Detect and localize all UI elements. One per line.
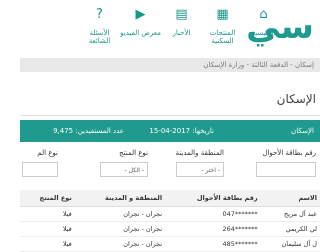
page-title: الإسكان [276,92,316,106]
table-cell: نجران - نجران [74,236,166,252]
filter-id-label: رقم بطاقة الأحوال [262,149,316,157]
nav-products[interactable]: ▦ المنتجات السكنية [202,4,243,45]
filter-region: المنطقة والمدينة - اختر - [175,149,225,177]
table-cell: *******047 [165,206,261,222]
nav-label: معرض الفيديو [120,29,161,37]
info-bar: الإسكان تاريخها: 2017-04-15 عدد المستفيد… [20,120,320,142]
table-header-row: الاسم رقم بطاقة الأحوال المنطقة و المدين… [20,190,320,207]
nav-news[interactable]: ▤ الأخبار [161,4,202,45]
breadcrumb: إسكان - الدفعة الثالثة - وزارة الإسكان [203,61,314,69]
column-header: رقم بطاقة الأحوال [165,190,261,207]
table-row: ل آل سليمان *******485 نجران - نجران فيل… [20,236,320,252]
nav-label: الرئيسية [251,29,276,37]
building-icon: ▦ [216,7,229,22]
nav-videos[interactable]: ▶ معرض الفيديو [120,4,161,45]
nav-label: المنتجات السكنية [209,29,236,45]
column-header: المنطقة و المدينة [74,190,166,207]
nav-faq[interactable]: ? الأسئلة الشائعة [79,4,120,45]
table-cell: فيلا [20,236,75,252]
table-cell: لي الكريمي [260,221,320,237]
table-row: لي الكريمي *******264 نجران - نجران فيلا [20,221,320,237]
info-bar-title: الإسكان [291,127,314,135]
id-number-input[interactable] [256,162,316,177]
info-bar-date: تاريخها: 2017-04-15 [149,127,214,135]
main-nav: ⌂ الرئيسية ▦ المنتجات السكنية ▤ الأخبار … [79,4,284,45]
filter-product-2: نوع الم [22,149,58,177]
table-row: عبد آل مريح *******047 نجران - نجران فيل… [20,206,320,222]
title-divider [20,115,320,116]
table-cell: *******485 [165,236,261,252]
nav-label: الأسئلة الشائعة [88,29,111,45]
beneficiaries-table: الاسم رقم بطاقة الأحوال المنطقة و المدين… [20,190,320,252]
table-cell: فيلا [20,221,75,237]
filter-region-label: المنطقة والمدينة [175,149,225,157]
column-header: الاسم [260,190,320,207]
breadcrumb-bar: إسكان - الدفعة الثالثة - وزارة الإسكان [20,58,320,72]
info-bar-beneficiaries: عدد المستفيدين: 9,475 [53,127,124,135]
site-header: سي ⌂ الرئيسية ▦ المنتجات السكنية ▤ الأخب… [20,0,320,56]
filter-product-label: نوع المنتج [119,149,148,157]
product-2-select[interactable] [22,162,58,177]
filter-product-2-label: نوع الم [37,149,58,157]
table-cell: عبد آل مريح [260,206,320,222]
question-icon: ? [96,7,103,22]
nav-label: الأخبار [172,29,191,37]
house-icon: ⌂ [259,7,268,22]
table-cell: ل آل سليمان [260,236,320,252]
table-cell: *******264 [165,221,261,237]
video-icon: ▶ [135,7,146,22]
filter-product: نوع المنتج - الكل - [100,149,148,177]
table-cell: فيلا [20,206,75,222]
filter-row: رقم بطاقة الأحوال المنطقة والمدينة - اخت… [20,149,320,185]
table-cell: نجران - نجران [74,206,166,222]
newspaper-icon: ▤ [175,7,188,22]
column-header: نوع المنتج [20,190,75,207]
region-select[interactable]: - اختر - [176,162,224,177]
nav-home[interactable]: ⌂ الرئيسية [243,4,284,45]
product-select[interactable]: - الكل - [100,162,148,177]
table-cell: نجران - نجران [74,221,166,237]
filter-id: رقم بطاقة الأحوال [256,149,316,177]
